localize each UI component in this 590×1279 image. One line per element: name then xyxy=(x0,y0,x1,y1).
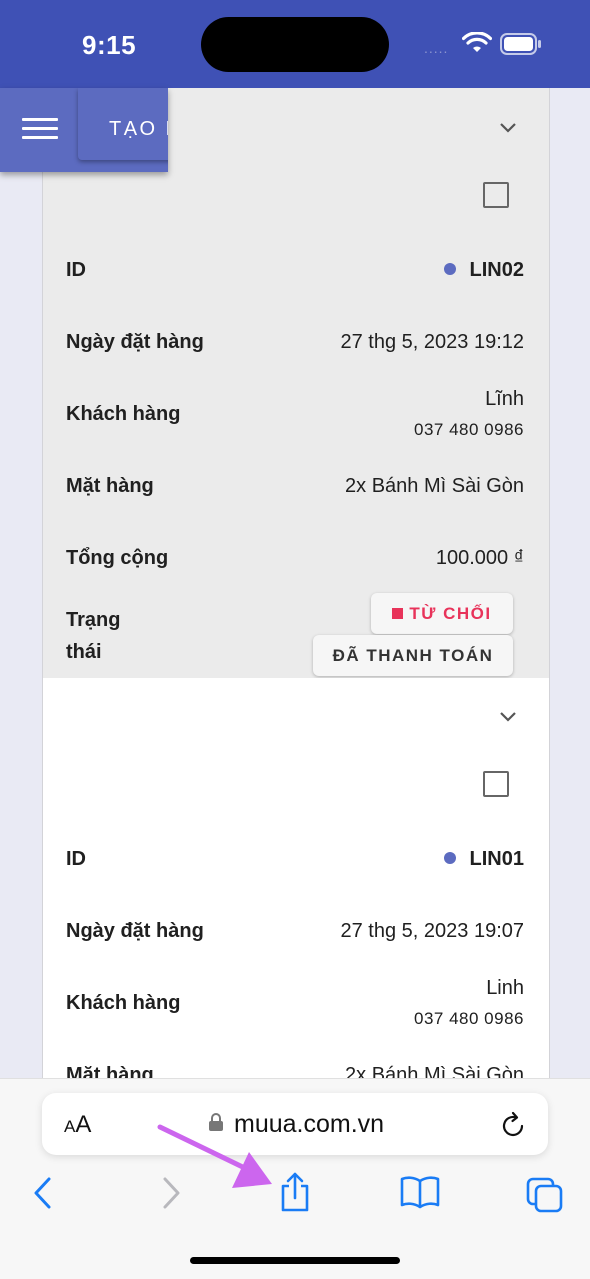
customer-name: Lĩnh xyxy=(485,388,524,410)
status-label-line1: Trạng xyxy=(66,609,121,631)
back-icon[interactable] xyxy=(30,1175,56,1211)
order-total: 100.000 ₫ xyxy=(435,547,524,569)
items-label: Mặt hàng xyxy=(66,475,154,497)
chevron-down-icon[interactable] xyxy=(499,707,517,725)
order-id-text: LIN01 xyxy=(469,848,524,870)
reject-chip[interactable]: TỪ CHỐI xyxy=(371,593,513,634)
order-id: LIN01 xyxy=(443,848,524,871)
order-date: 27 thg 5, 2023 19:07 xyxy=(340,920,525,942)
items-label: Mặt hàng xyxy=(66,1064,154,1078)
select-checkbox[interactable] xyxy=(483,771,509,797)
browser-toolbar: AA muua.com.vn xyxy=(0,1078,590,1279)
dynamic-island xyxy=(201,17,389,72)
aa-small: A xyxy=(64,1117,76,1136)
customer-label: Khách hàng xyxy=(66,403,181,425)
order-items: 2x Bánh Mì Sài Gòn xyxy=(345,475,524,497)
status-bar: 9:15 ..... xyxy=(0,0,590,88)
customer-phone: 037 480 0986 xyxy=(414,420,524,439)
reload-icon[interactable] xyxy=(500,1109,528,1139)
customer-phone: 037 480 0986 xyxy=(414,1009,524,1028)
tabs-icon[interactable] xyxy=(526,1177,564,1213)
date-label: Ngày đặt hàng xyxy=(66,331,204,353)
aa-big: A xyxy=(75,1111,92,1138)
home-indicator xyxy=(190,1257,400,1264)
app-toolbar: TẠO MỚI xyxy=(0,88,168,172)
customer-label: Khách hàng xyxy=(66,992,181,1014)
wifi-icon xyxy=(462,32,492,52)
order-date: 27 thg 5, 2023 19:12 xyxy=(340,331,525,353)
lock-icon xyxy=(209,1113,223,1131)
reject-square-icon xyxy=(392,608,404,620)
id-label: ID xyxy=(66,259,86,281)
forward-icon[interactable] xyxy=(158,1175,184,1211)
select-checkbox[interactable] xyxy=(483,182,509,208)
order-card: ID LIN02 Ngày đặt hàng 27 thg 5, 2023 19… xyxy=(42,88,550,679)
reject-chip-label: TỪ CHỐI xyxy=(409,604,492,623)
status-dot-icon xyxy=(443,851,456,864)
paid-chip[interactable]: ĐÃ THANH TOÁN xyxy=(313,635,513,676)
cellular-signal-icon: ..... xyxy=(424,40,449,56)
date-label: Ngày đặt hàng xyxy=(66,920,204,942)
chevron-down-icon[interactable] xyxy=(499,118,517,136)
address-bar[interactable]: AA muua.com.vn xyxy=(42,1093,548,1155)
order-id-text: LIN02 xyxy=(469,259,524,281)
reader-text-size-button[interactable]: AA xyxy=(64,1111,91,1139)
total-label: Tổng cộng xyxy=(66,547,169,569)
order-id: LIN02 xyxy=(443,259,524,282)
id-label: ID xyxy=(66,848,86,870)
status-dot-icon xyxy=(443,262,456,275)
customer-name: Linh xyxy=(486,977,524,999)
page-content: ID LIN02 Ngày đặt hàng 27 thg 5, 2023 19… xyxy=(0,88,590,1078)
share-icon[interactable] xyxy=(278,1171,312,1213)
status-time: 9:15 xyxy=(82,30,137,60)
url-text: muua.com.vn xyxy=(234,1110,385,1138)
status-label-line2: thái xyxy=(66,641,102,663)
order-items: 2x Bánh Mì Sài Gòn xyxy=(345,1064,524,1078)
battery-icon xyxy=(500,33,541,55)
menu-icon[interactable] xyxy=(22,118,58,144)
create-button[interactable]: TẠO MỚI xyxy=(78,88,168,160)
order-card: ID LIN01 Ngày đặt hàng 27 thg 5, 2023 19… xyxy=(42,678,550,1078)
bookmarks-icon[interactable] xyxy=(400,1175,440,1209)
